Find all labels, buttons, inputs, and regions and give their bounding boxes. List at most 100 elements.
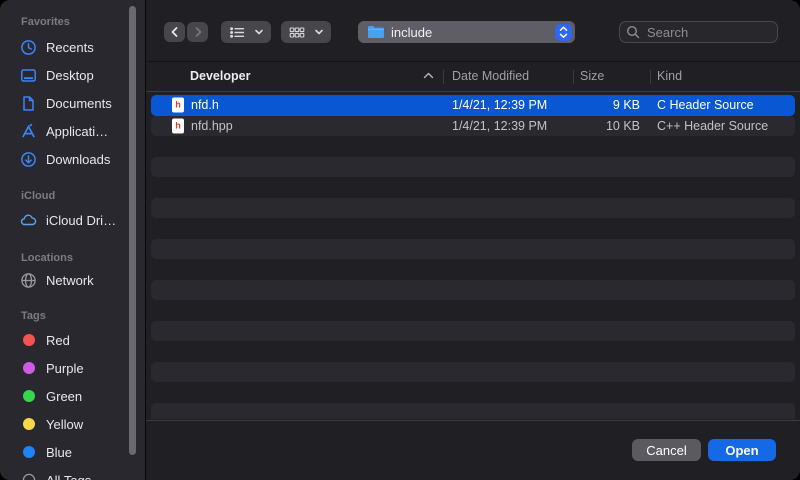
sidebar-scrollbar[interactable] [129, 6, 136, 455]
sidebar-item-label: Purple [46, 361, 84, 376]
sidebar-item-downloads[interactable]: Downloads [0, 145, 145, 173]
grid-view-icon [288, 24, 306, 41]
select-chevrons-icon [555, 24, 572, 41]
folder-select-value: include [391, 25, 432, 40]
empty-row [151, 280, 795, 301]
circle-icon [20, 472, 37, 480]
desktop-icon [20, 67, 37, 84]
tag-dot-yellow-icon [20, 416, 37, 433]
appstore-icon [20, 123, 37, 140]
list-view-icon [228, 24, 246, 41]
empty-row [151, 300, 795, 321]
document-icon [20, 95, 37, 112]
empty-row [151, 321, 795, 342]
open-button[interactable]: Open [708, 439, 776, 461]
open-file-dialog: Favorites Recents Desktop Documents Appl… [0, 0, 800, 480]
sidebar-item-desktop[interactable]: Desktop [0, 61, 145, 89]
clock-icon [20, 39, 37, 56]
chevron-left-icon [169, 26, 181, 38]
back-button[interactable] [164, 22, 185, 42]
file-size: 9 KB [531, 98, 640, 112]
empty-row [151, 403, 795, 420]
search-input[interactable] [645, 24, 771, 41]
sidebar-item-icloud-drive[interactable]: iCloud Dri… [0, 206, 145, 234]
empty-row [151, 177, 795, 198]
sidebar-item-recents[interactable]: Recents [0, 33, 145, 61]
sidebar-section-locations: Locations [0, 252, 145, 265]
file-kind: C++ Header Source [657, 119, 768, 133]
cloud-icon [20, 212, 37, 229]
header-file-icon: h [172, 118, 184, 133]
empty-row [151, 136, 795, 157]
column-header-kind[interactable]: Kind [657, 69, 682, 83]
folder-select[interactable]: include [358, 21, 575, 43]
empty-row [151, 198, 795, 219]
table-header: Developer Date Modified Size Kind [146, 62, 800, 92]
sidebar-item-label: Green [46, 389, 82, 404]
globe-icon [20, 272, 37, 289]
sidebar-item-label: iCloud Dri… [46, 213, 116, 228]
list-view-button[interactable] [221, 21, 271, 43]
folder-icon [367, 25, 385, 39]
cancel-button[interactable]: Cancel [632, 439, 701, 461]
sidebar-item-label: Downloads [46, 152, 110, 167]
sidebar-item-tag-yellow[interactable]: Yellow [0, 410, 145, 438]
sidebar-item-label: All Tags [46, 473, 91, 480]
column-header-size[interactable]: Size [580, 69, 604, 83]
file-row-nfd-h[interactable]: h nfd.h 1/4/21, 12:39 PM 9 KB C Header S… [151, 95, 795, 116]
sidebar-section-favorites: Favorites [0, 16, 145, 29]
sidebar-item-tag-red[interactable]: Red [0, 326, 145, 354]
chevron-right-icon [192, 26, 204, 38]
sidebar-item-label: Documents [46, 96, 112, 111]
chevron-down-icon [314, 27, 324, 37]
main-pane: include Developer Date Modified Size [146, 0, 800, 480]
search-field[interactable] [619, 21, 778, 43]
sidebar-item-label: Network [46, 273, 94, 288]
dialog-footer: Cancel Open [146, 420, 800, 480]
empty-row [151, 362, 795, 383]
sidebar-item-applications[interactable]: Applicati… [0, 117, 145, 145]
sidebar-item-network[interactable]: Network [0, 266, 145, 294]
sidebar-item-all-tags[interactable]: All Tags [0, 466, 145, 480]
sidebar-item-label: Desktop [46, 68, 94, 83]
sidebar-item-label: Blue [46, 445, 72, 460]
tag-dot-blue-icon [20, 444, 37, 461]
empty-row [151, 218, 795, 239]
column-divider [650, 70, 651, 84]
sidebar-item-label: Red [46, 333, 70, 348]
empty-row [151, 341, 795, 362]
file-list[interactable]: h nfd.h 1/4/21, 12:39 PM 9 KB C Header S… [146, 92, 800, 419]
sort-ascending-icon [423, 72, 434, 79]
empty-row [151, 382, 795, 403]
toolbar: include [146, 0, 800, 62]
search-icon [626, 25, 640, 39]
group-view-button[interactable] [281, 21, 331, 43]
sidebar-item-documents[interactable]: Documents [0, 89, 145, 117]
header-file-icon: h [172, 98, 184, 113]
download-circle-icon [20, 151, 37, 168]
file-name: nfd.h [191, 98, 219, 112]
sidebar: Favorites Recents Desktop Documents Appl… [0, 0, 146, 480]
file-row-nfd-hpp[interactable]: h nfd.hpp 1/4/21, 12:39 PM 10 KB C++ Hea… [151, 116, 795, 137]
file-kind: C Header Source [657, 98, 754, 112]
tag-dot-red-icon [20, 332, 37, 349]
sidebar-item-label: Applicati… [46, 124, 108, 139]
file-size: 10 KB [531, 119, 640, 133]
sidebar-item-label: Recents [46, 40, 94, 55]
empty-row [151, 239, 795, 260]
sidebar-item-tag-purple[interactable]: Purple [0, 354, 145, 382]
file-name: nfd.hpp [191, 119, 233, 133]
tag-dot-purple-icon [20, 360, 37, 377]
sidebar-item-tag-blue[interactable]: Blue [0, 438, 145, 466]
column-header-date-modified[interactable]: Date Modified [452, 69, 529, 83]
tag-dot-green-icon [20, 388, 37, 405]
column-header-name[interactable]: Developer [190, 69, 250, 83]
sidebar-section-tags: Tags [0, 310, 145, 323]
empty-row [151, 259, 795, 280]
sidebar-section-icloud: iCloud [0, 190, 145, 203]
column-divider [443, 70, 444, 84]
forward-button[interactable] [187, 22, 208, 42]
column-divider [573, 70, 574, 84]
chevron-down-icon [254, 27, 264, 37]
sidebar-item-tag-green[interactable]: Green [0, 382, 145, 410]
